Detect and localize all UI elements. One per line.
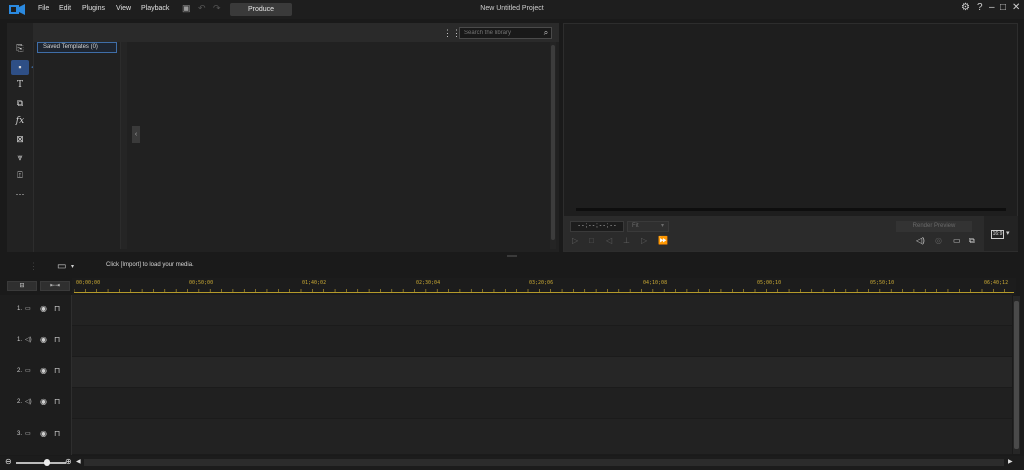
- pip-room-icon[interactable]: ⊠: [11, 132, 29, 147]
- timeline-divider-icon: ⋮: [29, 261, 38, 271]
- next-frame-icon[interactable]: ▷: [641, 236, 647, 245]
- library-search-input[interactable]: [459, 27, 552, 39]
- close-icon[interactable]: ✕: [1012, 2, 1020, 13]
- visibility-eye-icon[interactable]: ◉: [40, 335, 47, 344]
- play-icon[interactable]: ▷: [572, 236, 578, 245]
- lock-icon[interactable]: ⊓: [54, 335, 60, 344]
- track-number: 1.: [17, 306, 23, 312]
- video-track-icon: ▭: [25, 368, 31, 374]
- visibility-eye-icon[interactable]: ◉: [40, 366, 47, 375]
- zoom-in-icon[interactable]: ⊕: [65, 457, 72, 466]
- split-icon[interactable]: ⊥: [623, 236, 630, 245]
- volume-icon[interactable]: ◁): [916, 236, 925, 245]
- transition-room-icon[interactable]: ⧉: [11, 96, 29, 111]
- visibility-eye-icon[interactable]: ◉: [40, 304, 47, 313]
- timeline-horizontal-scrollbar[interactable]: [84, 459, 1004, 466]
- search-icon[interactable]: ⌕: [541, 27, 551, 39]
- library-tree-scrollbar[interactable]: [120, 42, 127, 249]
- import-dropdown-icon[interactable]: ▾: [71, 263, 74, 270]
- ruler-tick-label: 00;00;00: [76, 280, 101, 286]
- ruler-tick-label: 00;50;00: [189, 280, 214, 286]
- title-room-icon[interactable]: T: [11, 78, 29, 93]
- zoom-slider-knob[interactable]: [44, 459, 50, 466]
- track-number: 2.: [17, 368, 23, 374]
- timeline-track[interactable]: [72, 326, 1012, 357]
- subtitle-display-icon[interactable]: ▭: [953, 236, 961, 245]
- media-room-icon[interactable]: ⎘: [11, 41, 29, 56]
- zoom-fit-select[interactable]: Fit ▾: [627, 221, 669, 232]
- audio-track-icon: ◁): [25, 337, 32, 343]
- audio-track-icon: ◁): [25, 399, 32, 405]
- help-icon[interactable]: ?: [977, 2, 983, 13]
- track-number: 1.: [17, 337, 23, 343]
- lock-icon[interactable]: ⊓: [54, 429, 60, 438]
- snapshot-icon[interactable]: ◎: [935, 236, 942, 245]
- project-title: New Untitled Project: [480, 5, 544, 12]
- aspect-ratio-button[interactable]: 16:9: [991, 230, 1004, 239]
- more-rooms-icon[interactable]: ⋯: [11, 187, 29, 202]
- collapse-panel-button[interactable]: ‹: [132, 126, 140, 143]
- ruler-tick-label: 05;50;10: [870, 280, 895, 286]
- visibility-eye-icon[interactable]: ◉: [40, 397, 47, 406]
- grid-view-icon[interactable]: ⋮⋮: [443, 28, 461, 38]
- video-track-icon: ▭: [25, 431, 31, 437]
- timeline-track[interactable]: [72, 388, 1012, 419]
- previous-frame-icon[interactable]: ◁: [606, 236, 612, 245]
- lock-icon[interactable]: ⊓: [54, 304, 60, 313]
- ruler-tick-label: 03;20;06: [529, 280, 554, 286]
- render-preview-button[interactable]: Render Preview: [896, 221, 972, 232]
- scroll-left-icon[interactable]: ◀: [76, 458, 81, 465]
- track-headers: [0, 295, 72, 455]
- fit-timeline-button[interactable]: ⇤⇥: [40, 281, 70, 291]
- scroll-right-icon[interactable]: ▶: [1008, 458, 1013, 465]
- minimize-icon[interactable]: –: [989, 2, 995, 13]
- import-hint-text: Click [Import] to load your media.: [106, 262, 194, 268]
- ruler-tick-label: 05;00;10: [757, 280, 782, 286]
- timeline-track[interactable]: [72, 357, 1012, 388]
- import-folder-icon[interactable]: ▭: [57, 261, 66, 272]
- zoom-fit-label: Fit: [632, 223, 639, 229]
- aspect-chevron-icon[interactable]: ▾: [1006, 229, 1010, 237]
- library-panel: [33, 23, 559, 252]
- settings-icon[interactable]: ⚙: [961, 2, 970, 13]
- ruler-ticks: [74, 289, 1006, 292]
- ruler-tick-label: 06;40;12: [984, 280, 1009, 286]
- chevron-down-icon: ▾: [660, 223, 664, 229]
- visibility-eye-icon[interactable]: ◉: [40, 429, 47, 438]
- zoom-slider[interactable]: [16, 462, 66, 464]
- timecode-display[interactable]: - - ; - - ; - - ; - -: [570, 221, 624, 232]
- timeline-track[interactable]: [72, 419, 1012, 455]
- saved-templates-item[interactable]: Saved Templates (0): [37, 42, 117, 53]
- template-room-icon[interactable]: ▪: [11, 60, 29, 75]
- subtitle-room-icon[interactable]: ⍐: [11, 168, 29, 183]
- video-track-icon: ▭: [25, 306, 31, 312]
- maximize-icon[interactable]: □: [1000, 2, 1006, 13]
- stop-icon[interactable]: □: [589, 236, 594, 245]
- ruler-tick-label: 04;10;08: [643, 280, 668, 286]
- effect-room-icon[interactable]: fx: [11, 114, 29, 129]
- particle-room-icon[interactable]: ⩔: [11, 150, 29, 165]
- ruler-tick-label: 01;40;02: [302, 280, 327, 286]
- lock-icon[interactable]: ⊓: [54, 397, 60, 406]
- ruler-tick-label: 02;30;04: [416, 280, 441, 286]
- panel-resize-handle[interactable]: [507, 255, 517, 257]
- fast-forward-icon[interactable]: ⏩: [658, 236, 668, 245]
- lock-icon[interactable]: ⊓: [54, 366, 60, 375]
- timeline-view-button[interactable]: ⊟: [7, 281, 37, 291]
- external-preview-icon[interactable]: ⧉: [969, 236, 975, 246]
- preview-scrubber[interactable]: [576, 208, 1006, 211]
- timeline-track[interactable]: [72, 295, 1012, 326]
- library-scroll-thumb[interactable]: [551, 45, 555, 240]
- track-number: 2.: [17, 399, 23, 405]
- zoom-out-icon[interactable]: ⊖: [5, 457, 12, 466]
- timeline-vertical-thumb[interactable]: [1014, 301, 1019, 449]
- track-number: 3.: [17, 431, 23, 437]
